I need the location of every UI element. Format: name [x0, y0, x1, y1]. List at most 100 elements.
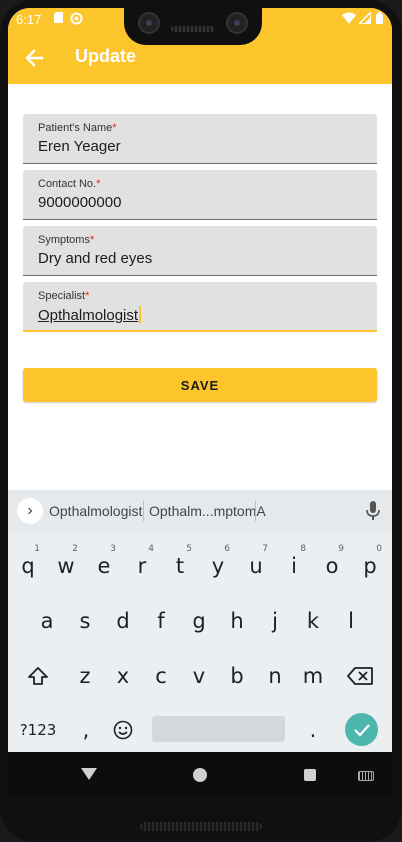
- specialist-label: Specialist*: [38, 290, 89, 302]
- screen: 6:17 Update Patient's Name* Eren Yeager …: [8, 8, 392, 798]
- key-s[interactable]: s: [67, 595, 103, 647]
- bottom-speaker: [140, 822, 262, 831]
- emoji-icon[interactable]: [105, 704, 141, 756]
- key-f[interactable]: f: [143, 595, 179, 647]
- key-y[interactable]: y6: [200, 540, 236, 592]
- key-hint: 4: [148, 544, 154, 554]
- contact-number-label-text: Contact No.: [38, 178, 97, 190]
- key-label: u: [249, 554, 263, 578]
- required-mark: *: [89, 234, 95, 246]
- contact-number-field[interactable]: Contact No.* 9000000000: [23, 170, 377, 220]
- symptoms-label-text: Symptoms: [38, 234, 90, 246]
- patient-name-label: Patient's Name*: [38, 122, 117, 134]
- key-h[interactable]: h: [219, 595, 255, 647]
- sim-icon: [54, 12, 63, 26]
- key-label: e: [97, 554, 111, 578]
- key-label: y: [211, 554, 225, 578]
- suggestion-item[interactable]: Opthalmologist: [49, 503, 142, 519]
- soft-keyboard: › Opthalmologist Opthalm...mptomA q1 w2 …: [8, 490, 392, 752]
- key-c[interactable]: c: [143, 650, 179, 702]
- symptoms-value: Dry and red eyes: [38, 250, 153, 267]
- patient-name-label-text: Patient's Name: [38, 122, 113, 134]
- suggestion-item[interactable]: Opthalm...mptomA: [149, 503, 266, 519]
- key-hint: 7: [262, 544, 268, 554]
- divider: [255, 501, 256, 521]
- key-u[interactable]: u7: [238, 540, 274, 592]
- system-nav-bar: [8, 752, 392, 798]
- key-l[interactable]: l: [333, 595, 369, 647]
- contact-number-value: 9000000000: [38, 194, 122, 211]
- key-d[interactable]: d: [105, 595, 141, 647]
- text-caret: [139, 306, 142, 323]
- chevron-right-icon[interactable]: ›: [17, 498, 43, 524]
- key-period[interactable]: .: [295, 704, 331, 756]
- suggestion-strip: › Opthalmologist Opthalm...mptomA: [8, 490, 392, 532]
- key-v[interactable]: v: [181, 650, 217, 702]
- key-x[interactable]: x: [105, 650, 141, 702]
- specialist-value: Opthalmologist: [38, 306, 142, 324]
- key-hint: 1: [34, 544, 40, 554]
- symptoms-label: Symptoms*: [38, 234, 94, 246]
- key-k[interactable]: k: [295, 595, 331, 647]
- nav-recents-icon[interactable]: [304, 769, 316, 781]
- key-comma[interactable]: ,: [68, 704, 104, 756]
- specialist-field[interactable]: Specialist* Opthalmologist: [23, 282, 377, 332]
- contact-number-label: Contact No.*: [38, 178, 100, 190]
- wifi-icon: [342, 12, 356, 27]
- key-a[interactable]: a: [29, 595, 65, 647]
- mic-icon[interactable]: [366, 501, 380, 521]
- key-label: r: [137, 554, 147, 578]
- shift-icon[interactable]: [20, 650, 56, 702]
- phone-frame: 6:17 Update Patient's Name* Eren Yeager …: [0, 0, 402, 842]
- symbols-key[interactable]: ?123: [16, 704, 60, 756]
- specialist-value-text: Opthalmologist: [38, 307, 139, 324]
- nav-home-icon[interactable]: [193, 768, 207, 782]
- key-g[interactable]: g: [181, 595, 217, 647]
- key-o[interactable]: o9: [314, 540, 350, 592]
- key-i[interactable]: i8: [276, 540, 312, 592]
- save-button[interactable]: SAVE: [23, 368, 377, 402]
- key-label: p: [363, 554, 377, 578]
- key-j[interactable]: j: [257, 595, 293, 647]
- key-e[interactable]: e3: [86, 540, 122, 592]
- battery-icon: [376, 12, 383, 27]
- key-hint: 2: [72, 544, 78, 554]
- patient-name-field[interactable]: Patient's Name* Eren Yeager: [23, 114, 377, 164]
- sync-icon: [70, 12, 83, 28]
- key-q[interactable]: q1: [10, 540, 46, 592]
- front-camera: [138, 12, 160, 34]
- page-title: Update: [75, 46, 137, 66]
- key-hint: 3: [110, 544, 116, 554]
- key-n[interactable]: n: [257, 650, 293, 702]
- key-hint: 0: [376, 544, 382, 554]
- key-r[interactable]: r4: [124, 540, 160, 592]
- camera-notch: [124, 0, 262, 45]
- space-key[interactable]: [152, 716, 285, 742]
- key-b[interactable]: b: [219, 650, 255, 702]
- specialist-label-text: Specialist: [38, 290, 86, 302]
- key-hint: 9: [338, 544, 344, 554]
- symptoms-field[interactable]: Symptoms* Dry and red eyes: [23, 226, 377, 276]
- key-z[interactable]: z: [67, 650, 103, 702]
- key-label: t: [175, 554, 185, 578]
- key-hint: 8: [300, 544, 306, 554]
- back-arrow-icon[interactable]: [24, 47, 46, 69]
- required-mark: *: [85, 290, 90, 302]
- earpiece-speaker: [171, 26, 215, 32]
- keyboard-switch-icon[interactable]: [358, 771, 374, 781]
- key-label: w: [57, 554, 75, 578]
- required-mark: *: [96, 178, 101, 190]
- key-label: o: [325, 554, 339, 578]
- key-p[interactable]: p0: [352, 540, 388, 592]
- checkmark-icon[interactable]: [345, 713, 378, 746]
- key-hint: 5: [186, 544, 192, 554]
- nav-back-icon[interactable]: [81, 768, 97, 780]
- key-w[interactable]: w2: [48, 540, 84, 592]
- key-label: i: [291, 554, 297, 578]
- key-m[interactable]: m: [295, 650, 331, 702]
- key-t[interactable]: t5: [162, 540, 198, 592]
- key-label: q: [21, 554, 35, 578]
- patient-name-value: Eren Yeager: [38, 138, 121, 155]
- backspace-icon[interactable]: [342, 650, 378, 702]
- status-time: 6:17: [16, 12, 42, 27]
